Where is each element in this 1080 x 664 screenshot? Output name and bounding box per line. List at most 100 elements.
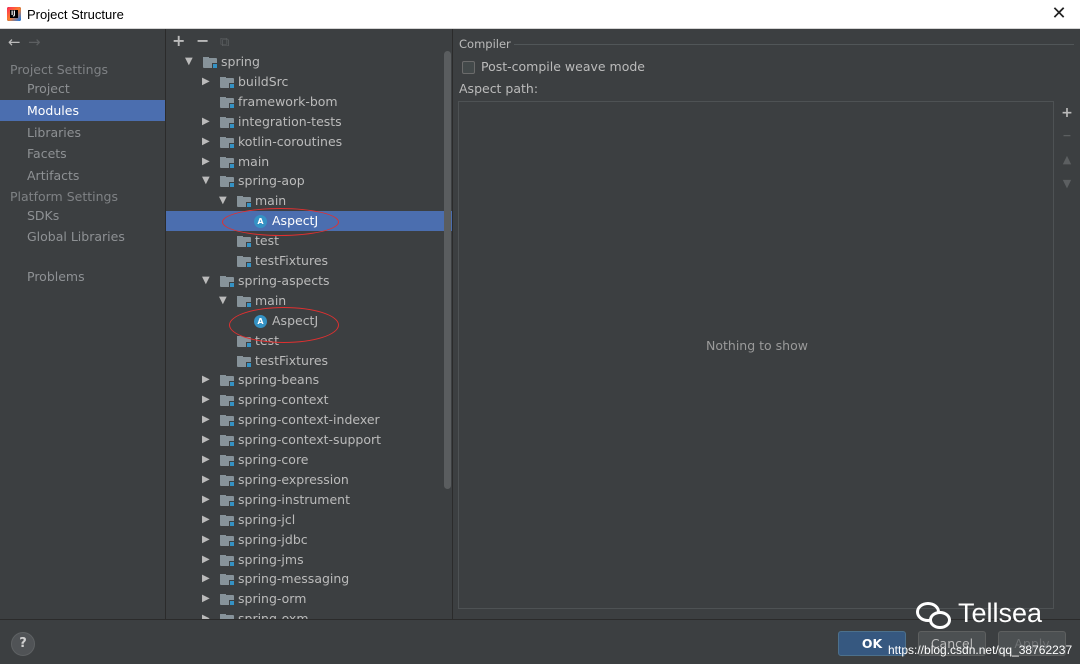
copy-icon[interactable]: ⧉ (220, 35, 244, 50)
module-folder-icon (220, 116, 235, 129)
tree-row[interactable]: ▶ spring-core (166, 450, 452, 470)
watermark-brand: Tellsea (958, 598, 1043, 628)
aspect-path-label: Aspect path: (459, 81, 539, 96)
module-folder-icon (220, 375, 235, 388)
sidebar-item-project[interactable]: Project (0, 78, 165, 99)
tree-row[interactable]: framework-bom (166, 92, 452, 112)
tree-row-label: kotlin-coroutines (238, 133, 343, 149)
back-arrow-icon[interactable]: ← (8, 33, 28, 51)
chevron-right-icon[interactable]: ▶ (202, 530, 214, 550)
module-folder-icon (237, 236, 252, 249)
sidebar-item-facets[interactable]: Facets (0, 143, 165, 164)
chevron-right-icon[interactable]: ▶ (202, 390, 214, 410)
tree-row[interactable]: testFixtures (166, 251, 452, 271)
tree-row-label: spring (221, 54, 260, 69)
move-up-icon[interactable]: ▲ (1058, 153, 1076, 177)
tree-row[interactable]: ▶ spring-jdbc (166, 530, 452, 550)
sidebar-item-problems[interactable]: Problems (0, 266, 165, 287)
remove-icon[interactable]: − (196, 31, 220, 50)
module-folder-icon (220, 474, 235, 487)
chevron-right-icon[interactable]: ▶ (202, 470, 214, 490)
module-folder-icon (220, 136, 235, 149)
chevron-right-icon[interactable]: ▶ (202, 490, 214, 510)
tree-scrollbar[interactable] (444, 51, 451, 489)
tree-row[interactable]: ▶ spring-context-support (166, 430, 452, 450)
module-folder-icon (220, 534, 235, 547)
sidebar-item-modules[interactable]: Modules (0, 100, 165, 121)
chevron-right-icon[interactable]: ▶ (202, 410, 214, 430)
post-compile-label[interactable]: Post-compile weave mode (481, 59, 645, 74)
tree-row[interactable]: ▶ spring-messaging (166, 569, 452, 589)
chevron-right-icon[interactable]: ▶ (202, 72, 214, 92)
tree-row[interactable]: ▶ spring-context-indexer (166, 410, 452, 430)
tree-row[interactable]: ▼ spring (166, 52, 452, 72)
tree-row[interactable]: ▼ main (166, 191, 452, 211)
chevron-right-icon[interactable]: ▶ (202, 112, 214, 132)
tree-row[interactable]: ▶ main (166, 152, 452, 172)
tree-row[interactable]: ▶ buildSrc (166, 72, 452, 92)
tree-row[interactable]: ▶ spring-jcl (166, 510, 452, 530)
remove-icon[interactable]: − (1058, 129, 1076, 153)
module-folder-icon (220, 554, 235, 567)
aspect-path-list[interactable]: Nothing to show (458, 101, 1054, 609)
tree-row[interactable]: ▶ spring-expression (166, 470, 452, 490)
chevron-right-icon[interactable]: ▶ (202, 609, 214, 619)
chevron-right-icon[interactable]: ▶ (202, 589, 214, 609)
tree-row[interactable]: ▶ integration-tests (166, 112, 452, 132)
tree-row[interactable]: ▶ kotlin-coroutines (166, 132, 452, 152)
post-compile-checkbox[interactable] (462, 61, 475, 74)
tree-row[interactable]: ▶ spring-context (166, 390, 452, 410)
compiler-section-title: Compiler (459, 37, 511, 51)
module-folder-icon (220, 594, 235, 607)
compiler-settings-panel: Compiler Post-compile weave mode Aspect … (454, 29, 1080, 619)
add-icon[interactable]: + (172, 31, 196, 50)
chevron-right-icon[interactable]: ▶ (202, 550, 214, 570)
tree-row[interactable]: ▶ spring-beans (166, 370, 452, 390)
tree-toolbar: + − ⧉ (172, 31, 244, 51)
sidebar-item-libraries[interactable]: Libraries (0, 122, 165, 143)
chevron-right-icon[interactable]: ▶ (202, 132, 214, 152)
chevron-right-icon[interactable]: ▶ (202, 450, 214, 470)
tree-row[interactable]: ▶ spring-oxm (166, 609, 452, 619)
tree-row[interactable]: ▼ spring-aop (166, 171, 452, 191)
chevron-down-icon[interactable]: ▼ (202, 171, 214, 191)
chevron-right-icon[interactable]: ▶ (202, 152, 214, 172)
chevron-right-icon[interactable]: ▶ (202, 370, 214, 390)
module-folder-icon (220, 435, 235, 448)
chevron-down-icon[interactable]: ▼ (185, 52, 197, 72)
help-icon[interactable]: ? (11, 632, 35, 656)
tree-row-label: integration-tests (238, 113, 342, 129)
tree-row[interactable]: ▶ spring-jms (166, 550, 452, 570)
tree-row[interactable]: ▶ spring-instrument (166, 490, 452, 510)
chevron-down-icon[interactable]: ▼ (219, 291, 231, 311)
chevron-down-icon[interactable]: ▼ (219, 191, 231, 211)
chevron-down-icon[interactable]: ▼ (202, 271, 214, 291)
module-folder-icon (220, 395, 235, 408)
sidebar-item-sdks[interactable]: SDKs (0, 205, 165, 226)
module-folder-icon (203, 57, 218, 69)
chevron-right-icon[interactable]: ▶ (202, 430, 214, 450)
sidebar-item-artifacts[interactable]: Artifacts (0, 165, 165, 186)
module-folder-icon (220, 156, 235, 169)
chevron-right-icon[interactable]: ▶ (202, 569, 214, 589)
sidebar-item-global-libraries[interactable]: Global Libraries (0, 226, 165, 247)
tree-row-label: spring-instrument (238, 491, 350, 507)
tree-row-label: spring-aspects (238, 272, 330, 288)
intellij-logo-icon: IJ (7, 7, 21, 21)
tree-row[interactable]: testFixtures (166, 351, 452, 371)
move-down-icon[interactable]: ▼ (1058, 177, 1076, 201)
window-title: Project Structure (27, 7, 124, 22)
tree-row[interactable]: ▶ spring-orm (166, 589, 452, 609)
module-folder-icon (237, 196, 252, 209)
tree-row[interactable]: ▼ spring-aspects (166, 271, 452, 291)
tree-row-label: spring-core (238, 452, 309, 467)
forward-arrow-icon[interactable]: → (28, 33, 48, 51)
add-icon[interactable]: + (1058, 105, 1076, 129)
tree-row-label: testFixtures (255, 253, 329, 268)
close-icon[interactable]: ✕ (1048, 3, 1070, 25)
module-folder-icon (220, 275, 235, 288)
project-settings-header: Project Settings (10, 62, 109, 77)
section-divider (514, 44, 1074, 45)
tree-row[interactable]: ▼ main (166, 291, 452, 311)
chevron-right-icon[interactable]: ▶ (202, 510, 214, 530)
